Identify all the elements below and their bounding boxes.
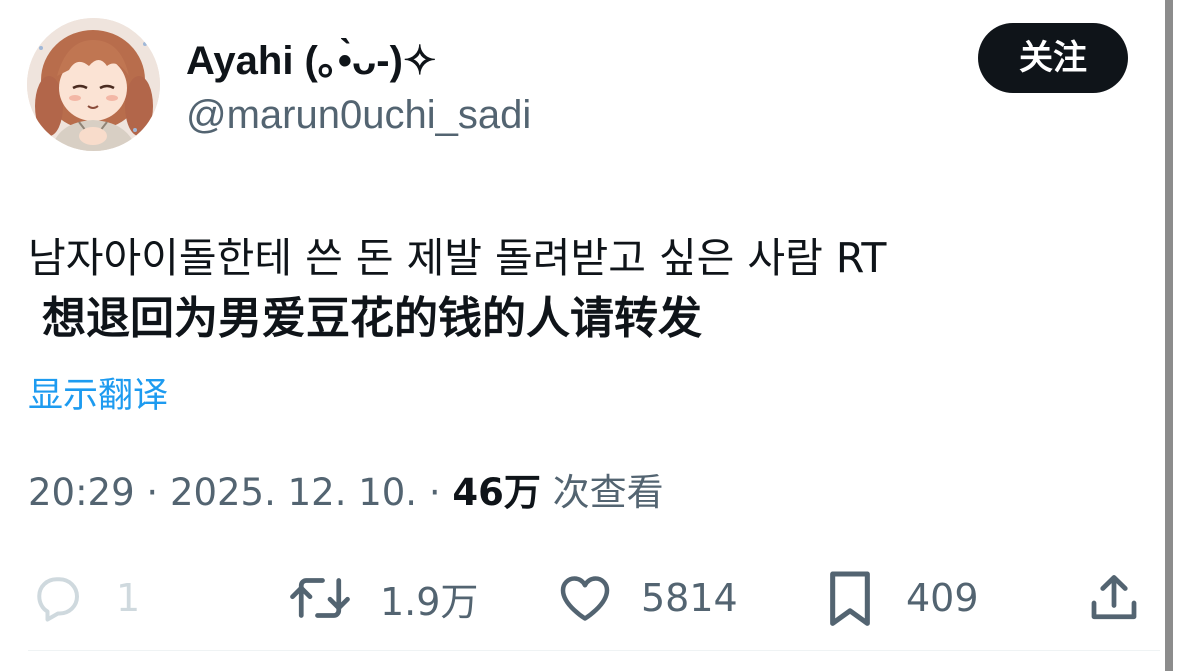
tweet: Ayahi (｡•̀ᴗ-)✧ @marun0uchi_sadi 关注 남자아이돌… (0, 0, 1160, 671)
follow-button[interactable]: 关注 (978, 23, 1128, 93)
action-bar: 1 1.9万 5814 409 (0, 566, 1160, 630)
bookmark-count: 409 (906, 576, 979, 620)
bookmark-icon (830, 571, 870, 626)
divider (28, 650, 1160, 651)
reply-button[interactable]: 1 (28, 566, 140, 630)
heart-icon (560, 576, 610, 621)
show-translation-link[interactable]: 显示翻译 (28, 372, 168, 420)
tweet-text-line-chinese: 想退回为男爱豆花的钱的人请转发 (42, 293, 702, 344)
reply-bubble-icon (37, 577, 79, 622)
display-name[interactable]: Ayahi (｡•̀ᴗ-)✧ (186, 35, 531, 87)
retweet-icon (290, 578, 350, 618)
retweet-count: 1.9万 (380, 579, 479, 624)
meta-separator: · (428, 471, 441, 514)
tweet-time[interactable]: 20:29 (28, 471, 135, 514)
like-count: 5814 (641, 576, 738, 620)
bookmark-button[interactable]: 409 (822, 566, 979, 630)
retweet-button[interactable]: 1.9万 (286, 566, 478, 630)
avatar[interactable] (27, 18, 160, 151)
views-label: 次查看 (552, 471, 664, 514)
views-count: 46万 (452, 471, 541, 514)
meta-separator: · (146, 471, 159, 514)
user-handle[interactable]: @marun0uchi_sadi (186, 89, 531, 141)
tweet-meta: 20:29 · 2025. 12. 10. · 46万 次查看 (28, 468, 664, 518)
user-info[interactable]: Ayahi (｡•̀ᴗ-)✧ @marun0uchi_sadi (186, 35, 531, 141)
reply-count: 1 (116, 576, 141, 620)
tweet-text: 남자아이돌한테 쓴 돈 제발 돌려받고 싶은 사람 RT 想退回为男爱豆花的钱的… (28, 228, 1128, 350)
avatar-image (27, 18, 160, 151)
like-button[interactable]: 5814 (555, 566, 738, 630)
tweet-text-line-korean: 남자아이돌한테 쓴 돈 제발 돌려받고 싶은 사람 RT (28, 234, 887, 282)
tweet-date[interactable]: 2025. 12. 10. (170, 471, 417, 514)
scrollbar[interactable] (1165, 0, 1173, 671)
share-icon (1091, 575, 1137, 620)
share-button[interactable] (1084, 566, 1144, 630)
